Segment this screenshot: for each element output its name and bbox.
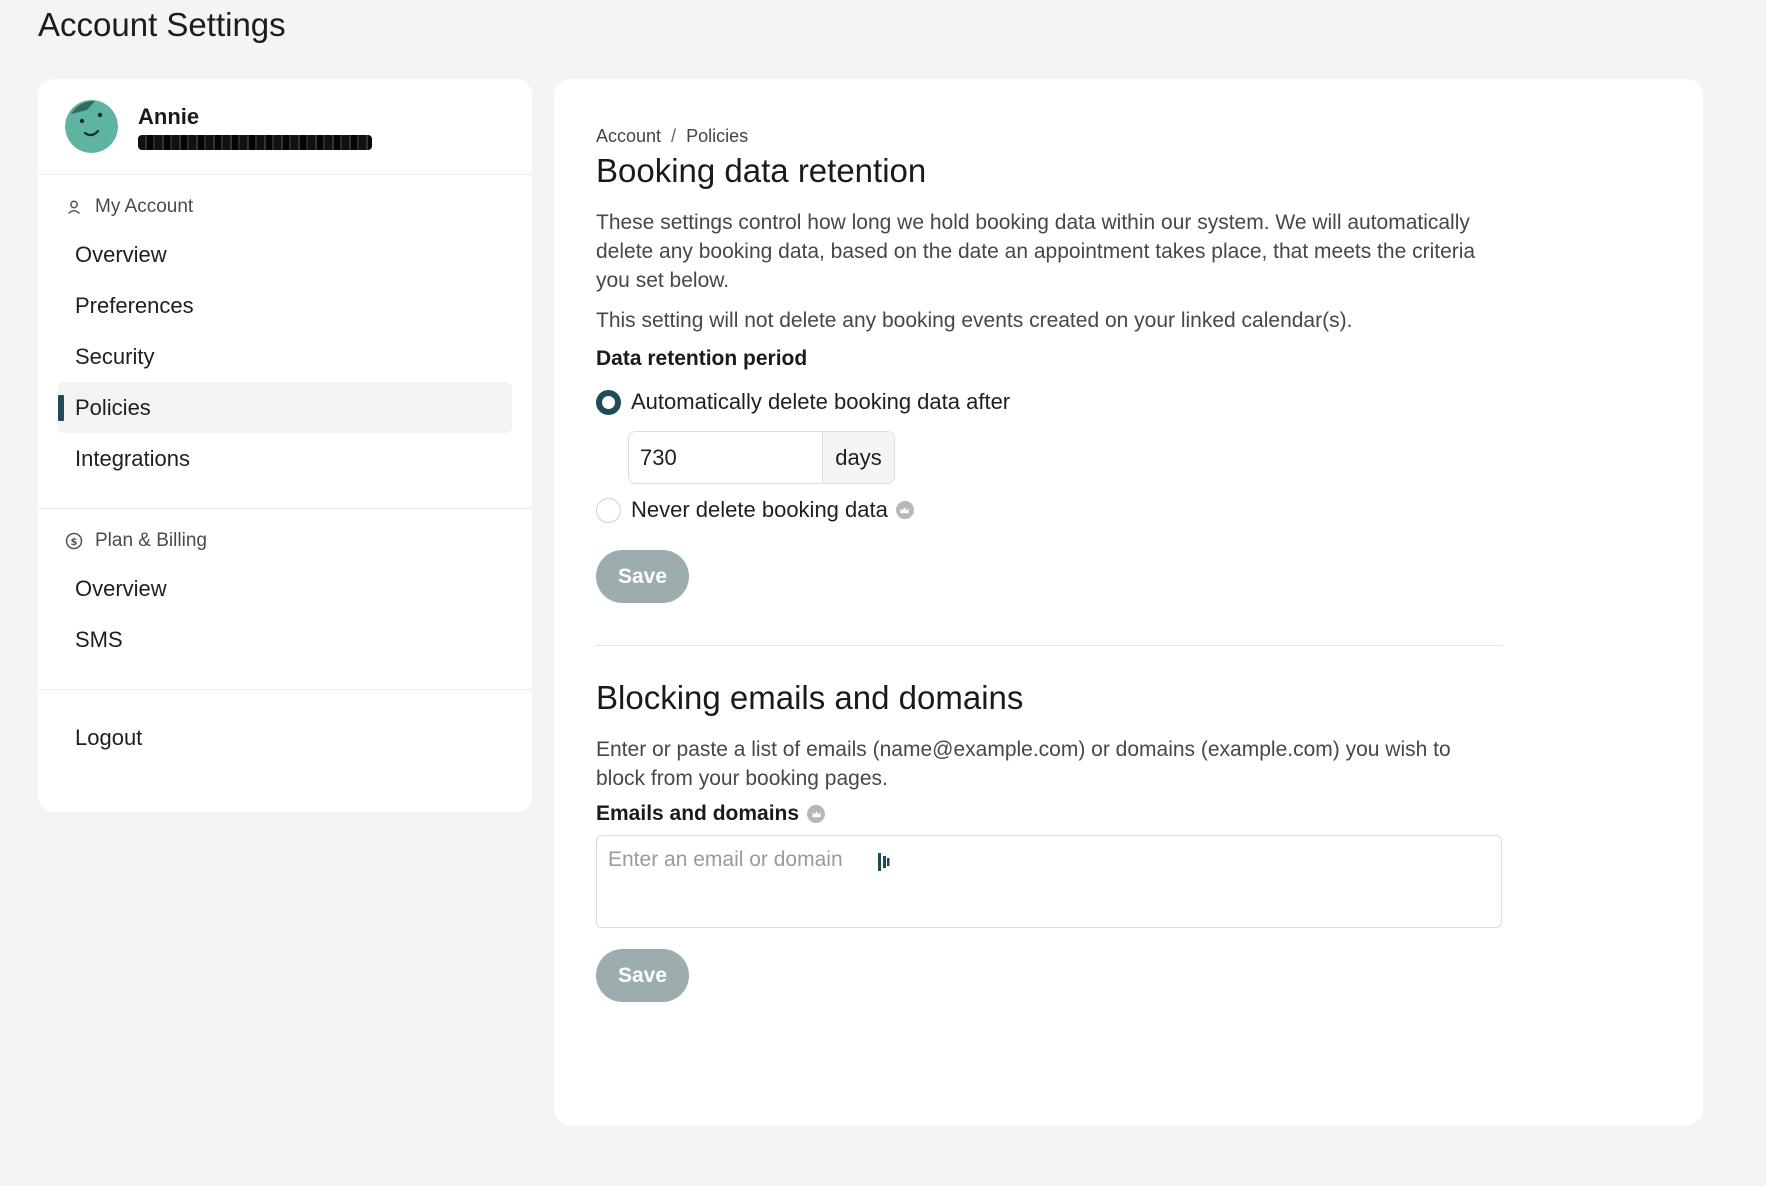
- my-account-section: My Account Overview Preferences Security…: [38, 175, 532, 509]
- logout-section: Logout: [38, 690, 532, 787]
- my-account-header: My Account: [58, 195, 512, 219]
- avatar: [65, 100, 118, 153]
- breadcrumb-account[interactable]: Account: [596, 126, 661, 147]
- breadcrumb-policies: Policies: [686, 125, 749, 146]
- billing-section: $ Plan & Billing Overview SMS: [38, 509, 532, 690]
- redacted-email: [138, 134, 372, 150]
- emails-domains-label: Emails and domains: [596, 802, 1502, 826]
- billing-header: $ Plan & Billing: [58, 529, 512, 553]
- radio-never-delete-control[interactable]: [596, 497, 621, 523]
- svg-text:$: $: [71, 537, 78, 548]
- blocking-title: Blocking emails and domains: [596, 679, 1024, 716]
- text-cursor-icon: [878, 853, 890, 871]
- billing-label: Plan & Billing: [95, 530, 207, 551]
- sidebar-item-security[interactable]: Security: [58, 331, 512, 382]
- radio-auto-delete-control[interactable]: [596, 389, 621, 415]
- dollar-icon: $: [65, 532, 83, 550]
- retention-save-button[interactable]: Save: [596, 550, 689, 603]
- retention-period-label: Data retention period: [596, 347, 808, 370]
- sidebar-item-integrations[interactable]: Integrations: [58, 433, 512, 484]
- radio-auto-delete-label: Automatically delete booking data after: [631, 389, 1011, 414]
- breadcrumb: Account / Policies: [596, 124, 1502, 148]
- days-input-group: days: [628, 431, 895, 484]
- sidebar-item-sms[interactable]: SMS: [58, 614, 512, 665]
- emails-domains-wrapper: [596, 835, 1502, 928]
- blocking-description: Enter or paste a list of emails (name@ex…: [596, 738, 1451, 790]
- days-suffix: days: [822, 432, 894, 483]
- emails-domains-label-text: Emails and domains: [596, 802, 800, 825]
- crown-icon: [807, 805, 826, 823]
- my-account-label: My Account: [95, 196, 194, 217]
- retention-title: Booking data retention: [596, 152, 927, 189]
- page-title: Account Settings: [38, 6, 286, 43]
- emails-domains-input[interactable]: [596, 835, 1502, 928]
- retention-note: This setting will not delete any booking…: [596, 309, 1353, 332]
- retention-description: These settings control how long we hold …: [596, 211, 1476, 292]
- profile-name: Annie: [138, 103, 200, 129]
- radio-never-delete[interactable]: Never delete booking data: [596, 497, 1502, 523]
- radio-never-delete-label: Never delete booking data: [631, 497, 888, 522]
- sidebar-item-billing-overview[interactable]: Overview: [58, 563, 512, 614]
- breadcrumb-separator: /: [671, 125, 677, 146]
- sidebar-item-overview[interactable]: Overview: [58, 229, 512, 280]
- section-divider: [596, 645, 1502, 646]
- main-panel: Account / Policies Booking data retentio…: [554, 79, 1703, 1125]
- blocking-save-button[interactable]: Save: [596, 949, 689, 1002]
- days-input[interactable]: [629, 432, 822, 483]
- sidebar-item-policies[interactable]: Policies: [58, 382, 512, 433]
- sidebar-item-preferences[interactable]: Preferences: [58, 280, 512, 331]
- user-icon: [65, 198, 83, 216]
- settings-sidebar: Annie My Account Overview Preferences Se…: [38, 79, 532, 812]
- crown-icon: [895, 501, 914, 519]
- logout-button[interactable]: Logout: [58, 712, 512, 763]
- radio-auto-delete[interactable]: Automatically delete booking data after: [596, 389, 1502, 415]
- profile-card: Annie: [38, 79, 532, 175]
